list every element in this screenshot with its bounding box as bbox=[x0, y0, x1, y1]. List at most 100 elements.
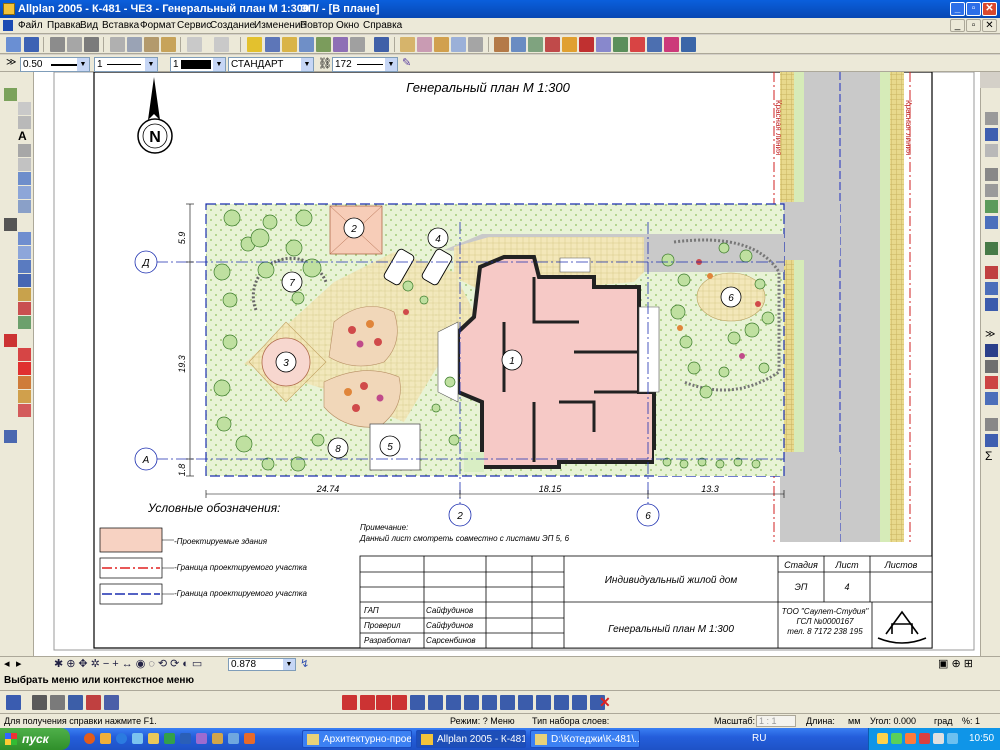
word-icon[interactable] bbox=[180, 733, 191, 744]
tray-antivirus-icon[interactable] bbox=[891, 733, 902, 744]
help-pointer-icon[interactable] bbox=[374, 37, 389, 52]
mod-copy-icon[interactable] bbox=[376, 695, 391, 710]
arch-wall-icon[interactable] bbox=[494, 37, 509, 52]
language-indicator[interactable]: RU bbox=[752, 728, 766, 750]
angle-icon[interactable] bbox=[985, 392, 998, 405]
mod-extend-icon[interactable] bbox=[446, 695, 461, 710]
library-icon[interactable] bbox=[104, 695, 119, 710]
task-architecture[interactable]: Архитектурно-прое... bbox=[302, 730, 412, 748]
properties-icon[interactable] bbox=[265, 37, 280, 52]
mod-mirror-icon[interactable] bbox=[342, 695, 357, 710]
volume-icon[interactable] bbox=[18, 376, 31, 389]
cube-3d-icon[interactable] bbox=[4, 218, 17, 231]
zoom-scale-combo[interactable]: 0.878 ▼ bbox=[228, 658, 296, 671]
copy-icon[interactable] bbox=[127, 37, 142, 52]
color-combo[interactable]: 1 ▼ bbox=[170, 57, 226, 72]
app-icon[interactable] bbox=[196, 733, 207, 744]
explorer-icon[interactable] bbox=[228, 733, 239, 744]
arch-window-icon[interactable] bbox=[528, 37, 543, 52]
snap-point-icon[interactable] bbox=[985, 112, 998, 125]
arch-room-icon[interactable] bbox=[579, 37, 594, 52]
layer-lock-right-icon[interactable] bbox=[985, 216, 998, 229]
tile-windows-icon[interactable]: ▣ ⊕ ⊞ bbox=[938, 657, 973, 670]
plot-icon[interactable] bbox=[84, 37, 99, 52]
doc-minimize-button[interactable]: _ bbox=[950, 19, 965, 32]
media-icon[interactable] bbox=[212, 733, 223, 744]
blue-list-icon[interactable] bbox=[985, 282, 998, 295]
close-button[interactable]: ✕ bbox=[982, 2, 997, 16]
mod-align-icon[interactable] bbox=[572, 695, 587, 710]
red-pen-icon[interactable] bbox=[985, 266, 998, 279]
tray-k-icon[interactable] bbox=[919, 733, 930, 744]
area-icon[interactable] bbox=[18, 362, 31, 375]
clock[interactable]: 10:50 bbox=[969, 728, 994, 750]
chevron-right-icon[interactable]: ▸ bbox=[16, 657, 22, 670]
red-object-icon[interactable] bbox=[86, 695, 101, 710]
ortho-icon[interactable] bbox=[985, 184, 998, 197]
mod-join-icon[interactable] bbox=[500, 695, 515, 710]
desktop-icon[interactable] bbox=[132, 733, 143, 744]
view-snap-icon[interactable] bbox=[434, 37, 449, 52]
pen-icon[interactable] bbox=[333, 37, 348, 52]
sum-icon[interactable]: Σ bbox=[985, 450, 998, 463]
tray-volume-icon[interactable] bbox=[933, 733, 944, 744]
fileset-icon[interactable] bbox=[299, 37, 314, 52]
arch-color-icon[interactable] bbox=[630, 37, 645, 52]
red-line-icon[interactable] bbox=[18, 348, 31, 361]
mod-split-icon[interactable] bbox=[518, 695, 533, 710]
list-icon[interactable] bbox=[18, 404, 31, 417]
hatch-icon[interactable] bbox=[18, 172, 31, 185]
chevron-double-icon[interactable]: ≫ bbox=[6, 57, 16, 68]
doc-close-button[interactable]: ✕ bbox=[982, 19, 997, 32]
tool-icon[interactable] bbox=[244, 733, 255, 744]
cut-icon[interactable] bbox=[110, 37, 125, 52]
layer-icon[interactable] bbox=[247, 37, 262, 52]
excel-icon[interactable] bbox=[164, 733, 175, 744]
measure-icon[interactable] bbox=[985, 376, 998, 389]
diagonal-icon[interactable] bbox=[985, 360, 998, 373]
mod-fillet-icon[interactable] bbox=[536, 695, 551, 710]
chevron-down-icon[interactable]: ▼ bbox=[77, 58, 89, 71]
drawing-canvas[interactable]: Генеральный план М 1:300 N Красная линия… bbox=[34, 72, 980, 656]
print-icon[interactable] bbox=[50, 37, 65, 52]
menu-window[interactable]: Окно bbox=[333, 19, 362, 33]
task-allplan[interactable]: Allplan 2005 - К-481 -... bbox=[416, 730, 526, 748]
redo-icon[interactable] bbox=[214, 37, 229, 52]
pattern-icon[interactable] bbox=[18, 186, 31, 199]
mod-rotate-icon[interactable] bbox=[392, 695, 407, 710]
style-combo[interactable]: СТАНДАРТ ▼ bbox=[228, 57, 314, 72]
chevron-left-icon[interactable]: ◂ bbox=[4, 657, 10, 670]
color-pen-icon[interactable] bbox=[4, 334, 17, 347]
layer-visibility-icon[interactable] bbox=[985, 200, 998, 213]
cube-icon[interactable] bbox=[350, 37, 365, 52]
pencil-icon[interactable]: ✎ bbox=[402, 56, 411, 69]
hatching-icon[interactable] bbox=[50, 695, 65, 710]
select-icon[interactable] bbox=[4, 88, 17, 101]
undo-icon[interactable] bbox=[187, 37, 202, 52]
arch-stair-icon[interactable] bbox=[562, 37, 577, 52]
view-grid-icon[interactable] bbox=[417, 37, 432, 52]
ie-icon[interactable] bbox=[116, 733, 127, 744]
maximize-button[interactable]: ▫ bbox=[966, 2, 981, 16]
line-type-combo[interactable]: 1 ▼ bbox=[94, 57, 158, 72]
mod-move-icon[interactable] bbox=[360, 695, 375, 710]
roof-icon[interactable] bbox=[18, 288, 31, 301]
chevron-down-icon[interactable]: ▼ bbox=[283, 659, 295, 670]
slab-icon[interactable] bbox=[18, 274, 31, 287]
wall-icon[interactable] bbox=[18, 232, 31, 245]
mod-offset-icon[interactable] bbox=[482, 695, 497, 710]
winamp-icon[interactable] bbox=[100, 733, 111, 744]
tray-network-icon[interactable] bbox=[877, 733, 888, 744]
pattern-tool-icon[interactable] bbox=[68, 695, 83, 710]
arch-section-icon[interactable] bbox=[596, 37, 611, 52]
view-window-icon[interactable] bbox=[451, 37, 466, 52]
layer-combo[interactable]: 172 ▼ bbox=[332, 57, 398, 72]
chevron-down-icon[interactable]: ▼ bbox=[301, 58, 313, 71]
zoom-icon[interactable] bbox=[18, 158, 31, 171]
dimension-icon[interactable] bbox=[18, 144, 31, 157]
snap-grid-icon[interactable] bbox=[985, 128, 998, 141]
arch-landscape-icon[interactable] bbox=[613, 37, 628, 52]
layer-lock-icon[interactable]: ⛓ bbox=[318, 57, 332, 70]
mod-trim-icon[interactable] bbox=[428, 695, 443, 710]
task-folder[interactable]: D:\Котеджи\К-481\... bbox=[530, 730, 640, 748]
